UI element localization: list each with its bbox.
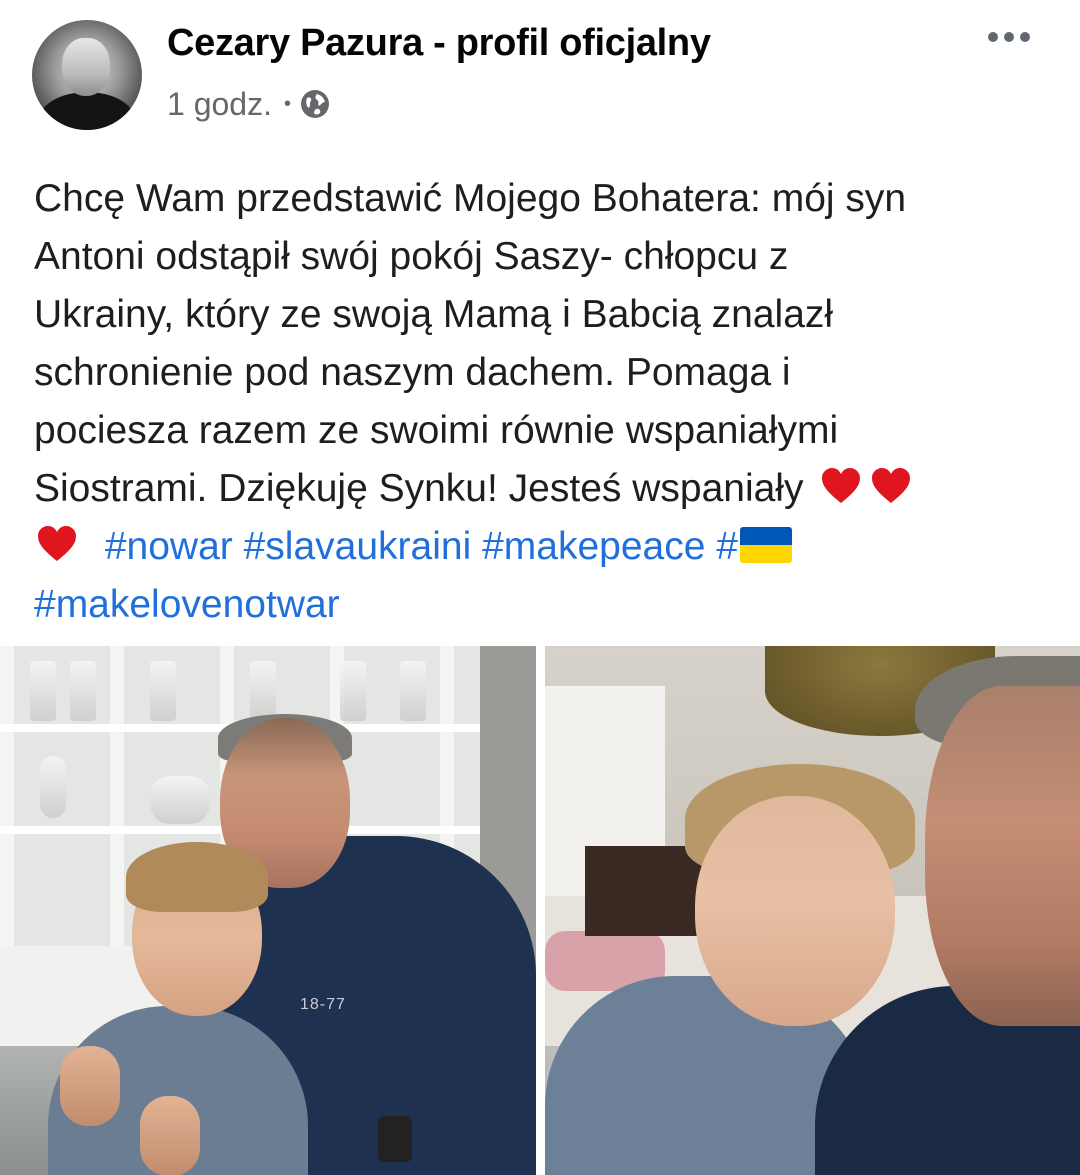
heart-emoji [872,468,911,503]
photo-right[interactable] [545,646,1080,1175]
hashtag-link[interactable]: #makelovenotwar [34,583,340,626]
post-meta: 1 godz. • [167,84,331,124]
post-text-line: Siostrami. Dziękuję Synku! Jesteś wspani… [34,467,804,510]
hashtag-link-flag[interactable]: # [716,525,792,568]
more-options-icon[interactable] [988,32,1030,42]
globe-icon [300,90,329,118]
author-avatar[interactable] [32,20,142,130]
hashtag-link[interactable]: #slavaukraini [244,525,472,568]
hashtag-link[interactable]: #nowar [105,525,233,568]
man-face [925,686,1080,1026]
thumb-up [140,1096,200,1175]
glass [150,661,176,721]
hashtag-symbol: # [716,525,738,568]
hashtag-link[interactable]: #makepeace [482,525,705,568]
more-dot [1020,32,1030,42]
avatar-shoulders [38,92,136,130]
teapot [40,756,66,818]
glass [400,661,426,721]
glass [30,661,56,721]
heart-emoji [822,468,861,503]
author-name[interactable]: Cezary Pazura - profil oficjalny [167,22,711,65]
more-dot [988,32,998,42]
post-text-line: Chcę Wam przedstawić Mojego Bohatera: mó… [34,177,907,220]
post-text-line-with-hearts: Siostrami. Dziękuję Synku! Jesteś wspani… [34,460,1064,518]
post-text-line: schronienie pod naszym dachem. Pomaga i [34,351,791,394]
post-text-line-hashtags: #makelovenotwar [34,576,1064,634]
wristwatch [378,1116,412,1162]
boy-face [695,796,895,1026]
post-header: Cezary Pazura - profil oficjalny 1 godz.… [0,0,1080,140]
ukraine-flag-emoji [739,527,792,563]
meta-separator: • [283,92,291,115]
avatar-head [62,38,110,96]
post-text: Chcę Wam przedstawić Mojego Bohatera: mó… [34,170,1064,634]
post-text-line: Antoni odstąpił swój pokój Saszy- chłopc… [34,235,789,278]
post-time[interactable]: 1 godz. [167,86,272,123]
post-text-line: Ukrainy, który ze swoją Mamą i Babcią zn… [34,293,834,336]
glass [70,661,96,721]
glass [340,661,366,721]
more-dot [1004,32,1014,42]
sweatshirt-print: 18-77 [300,996,346,1013]
sugar-bowl [150,776,210,824]
glass [250,661,276,721]
post-text-line: pociesza razem ze swoimi równie wspaniał… [34,409,839,452]
post-text-line-hashtags: #nowar #slavaukraini #makepeace # [34,518,1064,576]
thumb-up [60,1046,120,1126]
heart-emoji [38,526,76,561]
boy-hair [126,842,268,912]
photo-left[interactable]: 18-77 [0,646,536,1175]
